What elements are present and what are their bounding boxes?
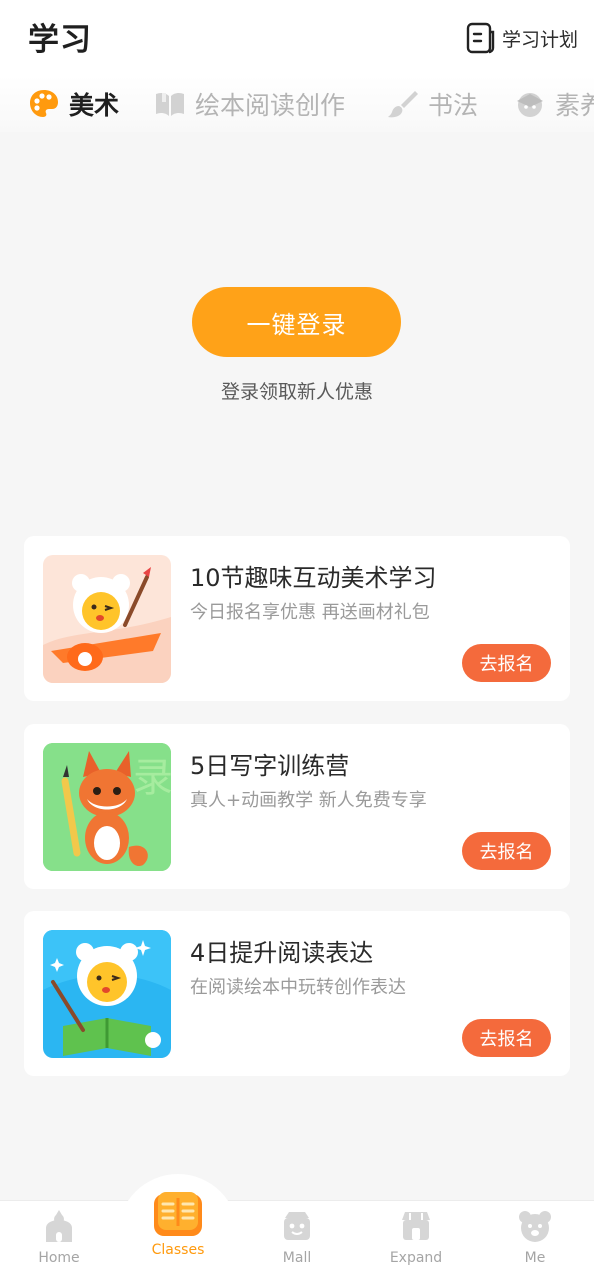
nav-me[interactable]: Me (485, 1204, 585, 1276)
book-icon (156, 92, 184, 116)
study-plan-button[interactable]: 学习计划 (466, 20, 578, 56)
nav-expand-label: Expand (389, 1250, 443, 1266)
nav-mall[interactable]: Mall (247, 1204, 347, 1276)
tab-art-label: 美术 (69, 91, 120, 120)
login-tip: 登录领取新人优惠 (220, 381, 373, 403)
nav-home[interactable]: Home (9, 1204, 109, 1276)
course-card[interactable]: 录 5日写字训练营 真人+动画教学 新人免费专享 去报名 (24, 724, 570, 889)
tab-picture-book[interactable]: 绘本阅读创作 (154, 86, 345, 122)
course-card[interactable]: 10节趣味互动美术学习 今日报名享优惠 再送画材礼包 去报名 (24, 536, 570, 701)
tab-calligraphy-label: 书法 (428, 91, 479, 120)
course-title: 10节趣味互动美术学习 (190, 564, 437, 592)
bear-face-icon (519, 1211, 551, 1242)
bear-plane-illustration (43, 555, 171, 683)
mall-icon (284, 1212, 310, 1240)
category-tabs: 美术 绘本阅读创作 书法 素养 (0, 76, 594, 132)
classes-book-icon (154, 1192, 202, 1236)
nav-classes-label: Classes (151, 1242, 205, 1258)
course-subtitle: 今日报名享优惠 再送画材礼包 (190, 602, 430, 623)
study-plan-icon (466, 22, 495, 54)
one-click-login-button[interactable]: 一键登录 (192, 287, 401, 357)
tab-art[interactable]: 美术 (28, 86, 119, 122)
expand-icon (402, 1212, 430, 1240)
fox-pen-illustration: 录 (43, 743, 171, 871)
nav-me-label: Me (524, 1250, 546, 1266)
home-icon (46, 1210, 72, 1242)
course-subtitle: 真人+动画教学 新人免费专享 (190, 790, 427, 811)
brush-icon (388, 91, 418, 118)
study-plan-label: 学习计划 (501, 28, 578, 51)
course-card[interactable]: 4日提升阅读表达 在阅读绘本中玩转创作表达 去报名 (24, 911, 570, 1076)
tab-picture-book-label: 绘本阅读创作 (195, 91, 346, 120)
course-title: 4日提升阅读表达 (190, 939, 374, 967)
palette-icon (30, 90, 58, 117)
page-title: 学习 (28, 22, 92, 58)
enroll-button[interactable]: 去报名 (462, 832, 551, 870)
nav-home-label: Home (38, 1250, 80, 1266)
nav-expand[interactable]: Expand (366, 1204, 466, 1276)
tab-calligraphy[interactable]: 书法 (387, 86, 478, 122)
app-header: 学习 学习计划 (0, 0, 594, 76)
enroll-button[interactable]: 去报名 (462, 1019, 551, 1057)
course-subtitle: 在阅读绘本中玩转创作表达 (190, 977, 406, 998)
tab-literacy[interactable]: 素养 (514, 86, 594, 122)
svg-text:录: 录 (133, 755, 171, 801)
cap-icon (517, 93, 543, 117)
tab-literacy-label: 素养 (555, 91, 594, 120)
enroll-button[interactable]: 去报名 (462, 644, 551, 682)
bear-book-illustration (43, 930, 171, 1058)
course-title: 5日写字训练营 (190, 752, 350, 780)
nav-mall-label: Mall (282, 1250, 312, 1266)
nav-classes[interactable]: Classes (128, 1192, 228, 1276)
